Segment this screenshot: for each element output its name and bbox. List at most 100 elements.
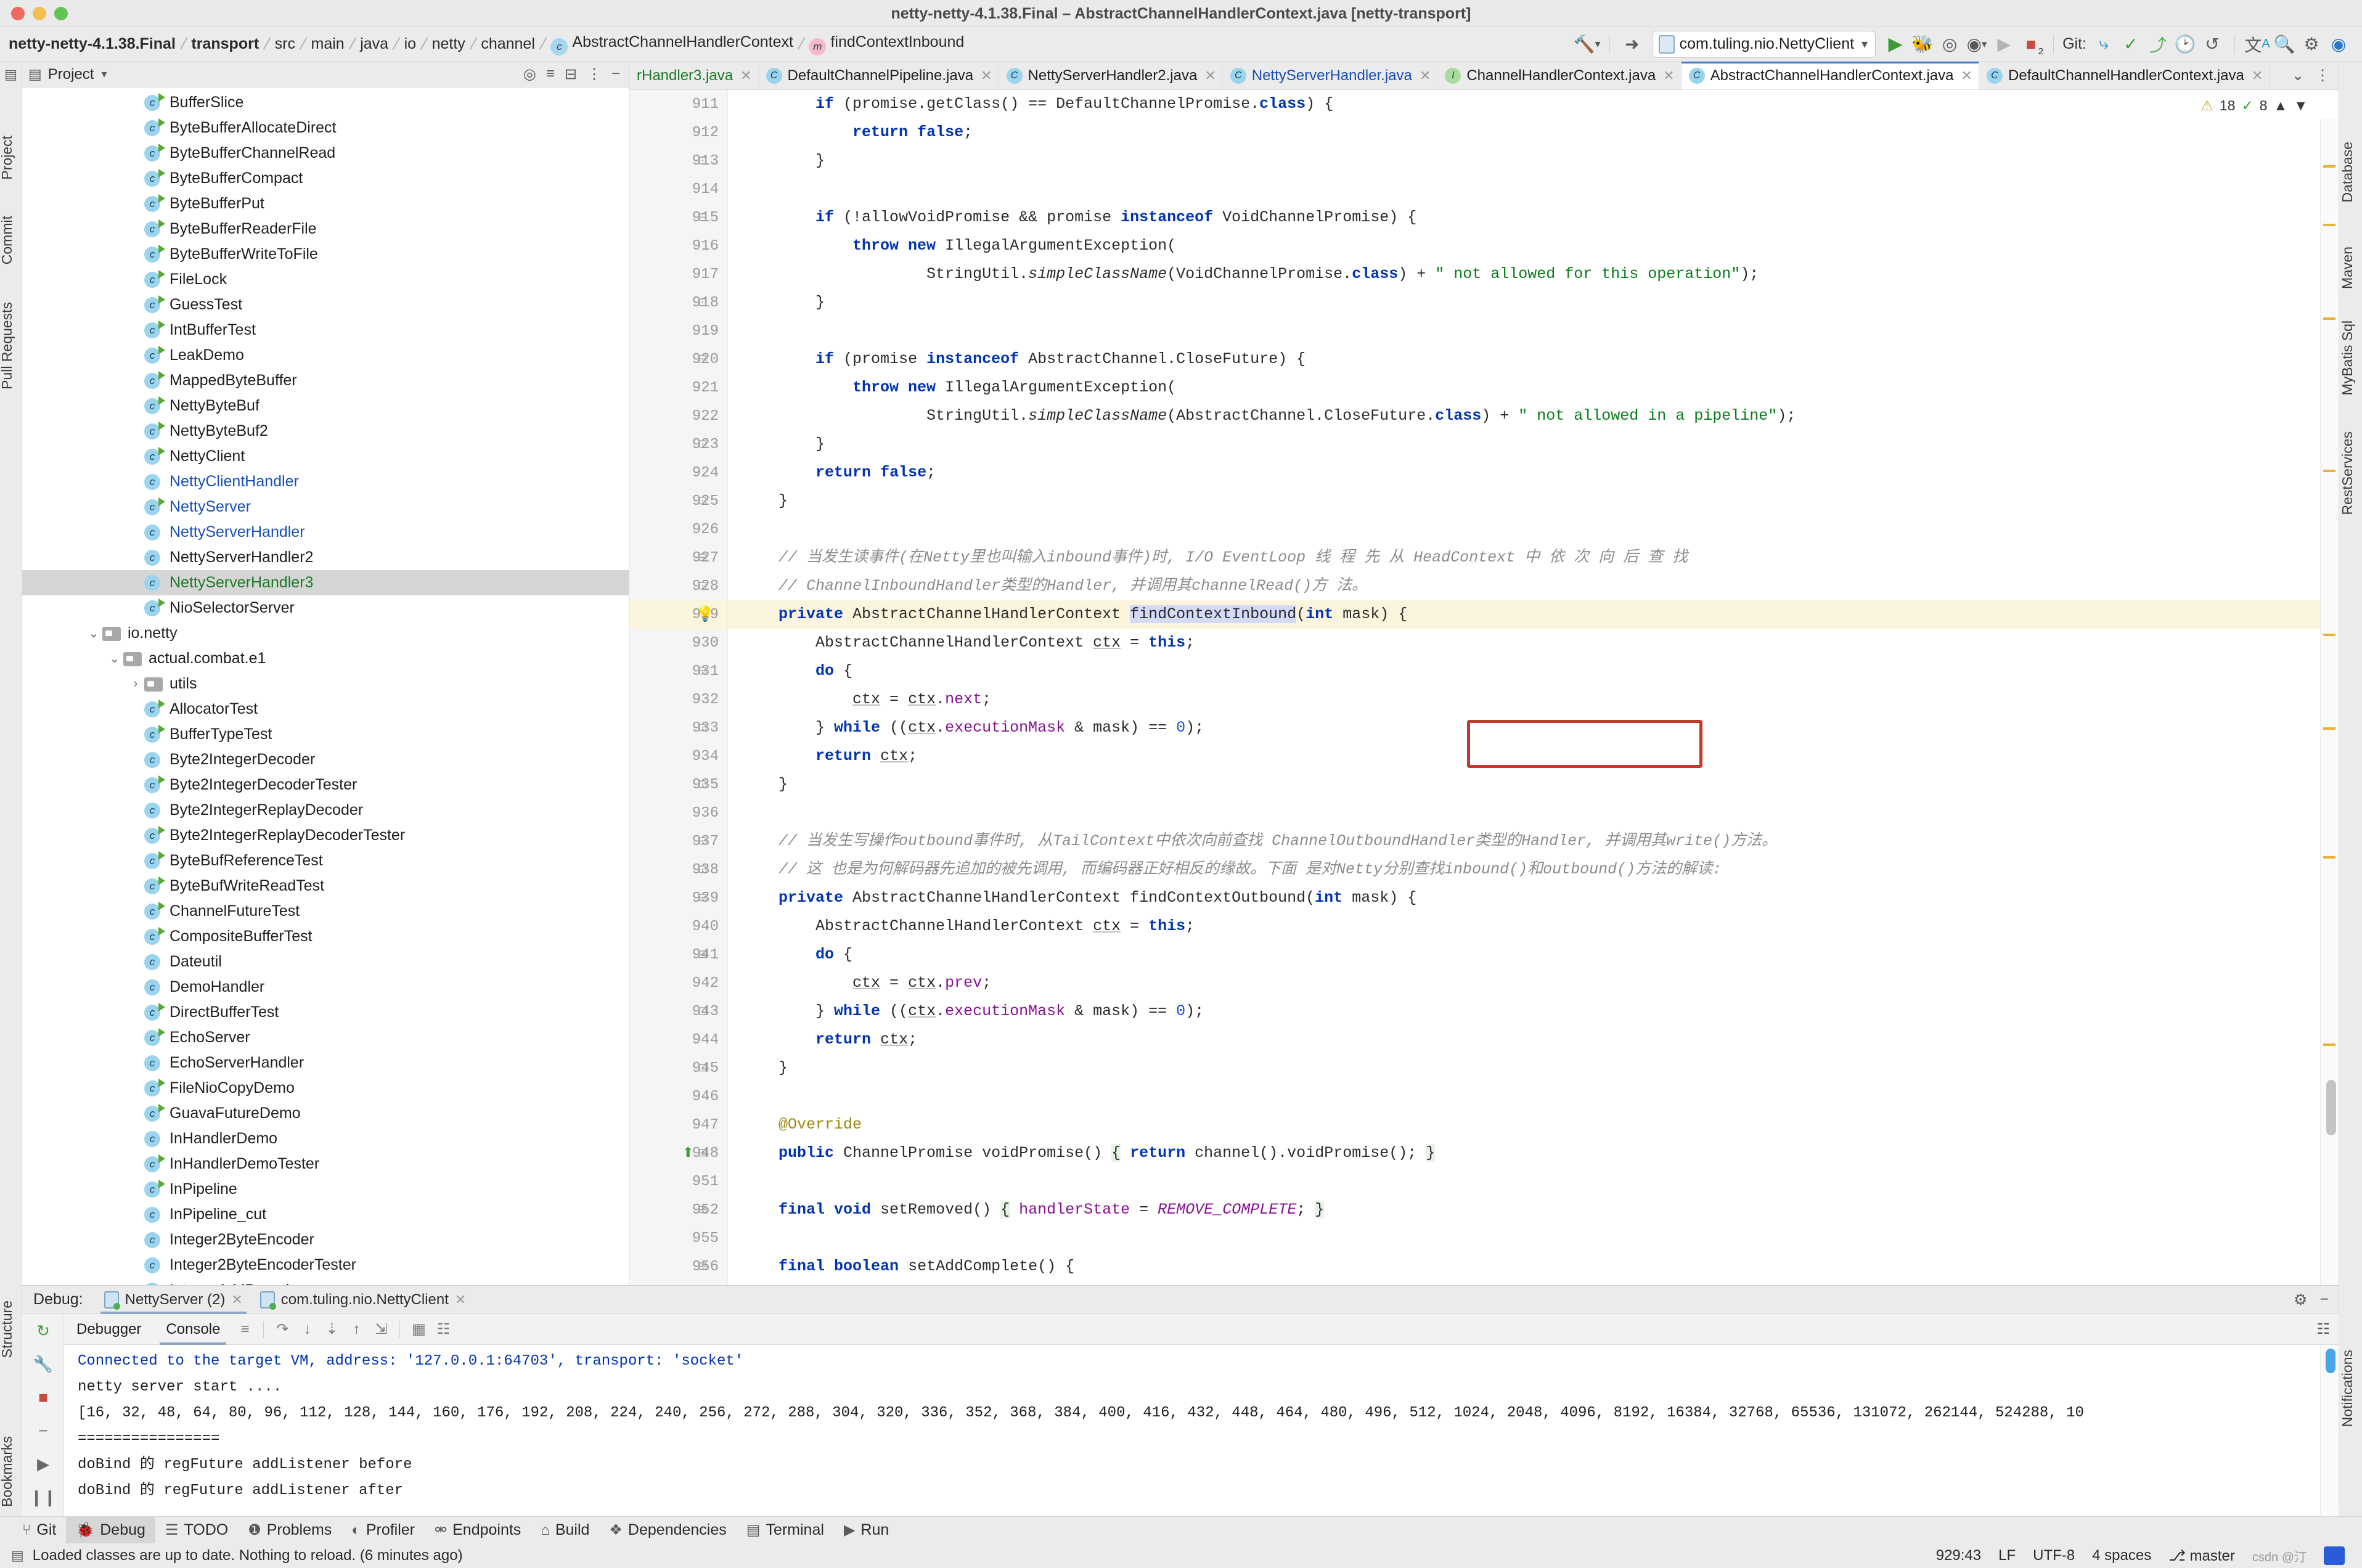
gutter-line[interactable]: 💡929 — [629, 600, 727, 629]
gutter-line[interactable]: 916 — [629, 232, 727, 260]
fold-expand-icon[interactable]: ⊞ — [696, 1146, 709, 1160]
close-icon[interactable]: ✕ — [740, 68, 751, 84]
chevron-down-icon[interactable]: ⌄ — [106, 651, 123, 666]
pause-icon[interactable]: ❙❙ — [22, 1480, 64, 1514]
gutter-line[interactable]: 936 — [629, 799, 727, 827]
gutter-line[interactable]: 947 — [629, 1111, 727, 1139]
tool-window-button-build[interactable]: ⌂Build — [531, 1517, 599, 1544]
tree-item[interactable]: cByteBufferPut — [22, 191, 629, 216]
gutter-line[interactable]: ⊡945 — [629, 1054, 727, 1082]
debug-side-toolbar[interactable]: ↻ 🔧 ■ − ▶ ❙❙ ■ — [22, 1314, 64, 1516]
strip-item-pull-requests[interactable]: Pull Requests — [0, 302, 23, 390]
stop-icon[interactable]: ■ — [22, 1381, 64, 1414]
ide-icon[interactable]: ◉ — [2325, 31, 2352, 58]
git-push-icon[interactable]: ⤴ — [2144, 31, 2172, 58]
marker-tick[interactable] — [2323, 317, 2335, 320]
tree-item[interactable]: cCompositeBufferTest — [22, 924, 629, 949]
code-line[interactable]: // 当发生写操作outbound事件时, 从TailContext中依次向前查… — [728, 827, 2339, 855]
run-icon[interactable]: ▶ — [1882, 31, 1909, 58]
tool-window-bar[interactable]: ⑂Git🐞Debug☰TODO❶Problems◐Profiler⚮Endpoi… — [0, 1516, 2362, 1543]
back-arrow-icon[interactable]: ➜ — [1619, 31, 1646, 58]
code-line[interactable]: AbstractChannelHandlerContext ctx = this… — [728, 912, 2339, 941]
gutter-line[interactable]: ⊟956 — [629, 1252, 727, 1281]
chevron-down-icon[interactable]: ⌄ — [2292, 67, 2304, 84]
code-line[interactable]: } — [728, 1054, 2339, 1082]
settings-icon[interactable]: ☷ — [2316, 1320, 2339, 1338]
gutter-line[interactable]: ⊡935 — [629, 770, 727, 799]
tree-item[interactable]: cDateutil — [22, 949, 629, 974]
gutter-line[interactable]: 924 — [629, 459, 727, 487]
fold-start-icon[interactable]: ⊟ — [696, 891, 709, 905]
fold-end-icon[interactable]: ⊡ — [696, 296, 709, 309]
gutter-line[interactable]: 940 — [629, 912, 727, 941]
code-line[interactable] — [728, 799, 2339, 827]
tool-window-button-dependencies[interactable]: ❖Dependencies — [599, 1517, 736, 1544]
tree-item[interactable]: cByte2IntegerDecoderTester — [22, 772, 629, 798]
layout-icon[interactable]: ☷ — [431, 1314, 456, 1345]
chevron-down-icon[interactable]: ▼ — [2294, 97, 2308, 114]
fold-end-icon[interactable]: ⊡ — [696, 1005, 709, 1018]
gutter-line[interactable]: ⊡938 — [629, 855, 727, 884]
tree-item[interactable]: cMappedByteBuffer — [22, 368, 629, 393]
git-update-icon[interactable]: ⤷ — [2090, 31, 2117, 58]
gutter-line[interactable]: 926 — [629, 515, 727, 544]
breadcrumb-item[interactable]: src — [275, 35, 295, 53]
code-line[interactable]: } while ((ctx.executionMask & mask) == 0… — [728, 714, 2339, 742]
tree-item[interactable]: cNettyServerHandler — [22, 520, 629, 545]
gutter-line[interactable]: ⊟931 — [629, 657, 727, 685]
code-line[interactable]: } — [728, 487, 2339, 515]
code-line[interactable]: return ctx; — [728, 742, 2339, 770]
debug-view-tab[interactable]: Debugger — [64, 1314, 153, 1345]
git-commit-icon[interactable]: ✓ — [2117, 31, 2144, 58]
hide-panel-icon[interactable]: − — [611, 65, 620, 83]
breadcrumb-item[interactable]: netty — [432, 35, 465, 53]
step-out-icon[interactable]: ↑ — [344, 1314, 369, 1345]
step-into-icon[interactable]: ↓ — [295, 1314, 319, 1345]
close-icon[interactable]: ✕ — [1663, 68, 1674, 84]
code-line[interactable]: if (promise.getClass() == DefaultChannel… — [728, 90, 2339, 118]
collapse-all-icon[interactable]: ⊟ — [565, 65, 577, 83]
marker-tick[interactable] — [2323, 165, 2335, 168]
editor-scrollbar-thumb[interactable] — [2326, 1080, 2336, 1135]
code-line[interactable]: return ctx; — [728, 1026, 2339, 1054]
tool-window-button-git[interactable]: ⑂Git — [12, 1517, 66, 1544]
tree-item[interactable]: cGuavaFutureDemo — [22, 1101, 629, 1126]
code-line[interactable]: // ChannelInboundHandler类型的Handler, 并调用其… — [728, 572, 2339, 600]
gutter-line[interactable]: 932 — [629, 685, 727, 714]
settings-icon[interactable]: ⚙ — [2294, 1291, 2307, 1309]
fold-start-icon[interactable]: ⊟ — [696, 551, 709, 565]
tree-item[interactable]: cNioSelectorServer — [22, 595, 629, 621]
code-line[interactable]: } while ((ctx.executionMask & mask) == 0… — [728, 997, 2339, 1026]
gutter-line[interactable]: ⊟939 — [629, 884, 727, 912]
code-line[interactable]: } — [728, 147, 2339, 175]
tree-item[interactable]: cNettyServer — [22, 494, 629, 520]
tree-item[interactable]: cBufferTypeTest — [22, 722, 629, 747]
tree-item[interactable]: cInPipeline_cut — [22, 1202, 629, 1227]
override-marker-icon[interactable]: ⬆ — [682, 1145, 693, 1161]
code-line[interactable]: ctx = ctx.prev; — [728, 969, 2339, 997]
rerun-icon[interactable]: ↻ — [22, 1314, 64, 1347]
file-encoding[interactable]: UTF-8 — [2033, 1547, 2075, 1564]
tree-item[interactable]: cNettyByteBuf — [22, 393, 629, 419]
console-scrollbar[interactable] — [2320, 1345, 2339, 1516]
code-line[interactable]: StringUtil.simpleClassName(AbstractChann… — [728, 402, 2339, 430]
tool-window-button-debug[interactable]: 🐞Debug — [66, 1517, 155, 1544]
tree-item[interactable]: cInPipeline — [22, 1177, 629, 1202]
code-line[interactable]: throw new IllegalArgumentException( — [728, 374, 2339, 402]
tree-item[interactable]: cByteBufferWriteToFile — [22, 242, 629, 267]
fold-start-icon[interactable]: ⊟ — [696, 353, 709, 366]
stop-icon[interactable]: ■2 — [2017, 31, 2045, 58]
strip-item-bookmarks[interactable]: Bookmarks — [0, 1436, 23, 1507]
editor-marker-rail[interactable] — [2320, 118, 2339, 1285]
gutter-line[interactable]: ⊟937 — [629, 827, 727, 855]
code-line[interactable] — [728, 317, 2339, 345]
close-icon[interactable]: ✕ — [1420, 68, 1431, 84]
gutter-line[interactable]: 911 — [629, 90, 727, 118]
code-line[interactable] — [728, 1082, 2339, 1111]
gutter-line[interactable]: 914 — [629, 175, 727, 203]
code-line[interactable]: do { — [728, 657, 2339, 685]
strip-item-maven[interactable]: Maven — [2339, 247, 2362, 289]
gutter-line[interactable]: 942 — [629, 969, 727, 997]
editor-tab[interactable]: CDefaultChannelHandlerContext.java✕ — [1979, 62, 2270, 89]
chevron-down-icon[interactable]: ▾ — [1861, 36, 1868, 52]
